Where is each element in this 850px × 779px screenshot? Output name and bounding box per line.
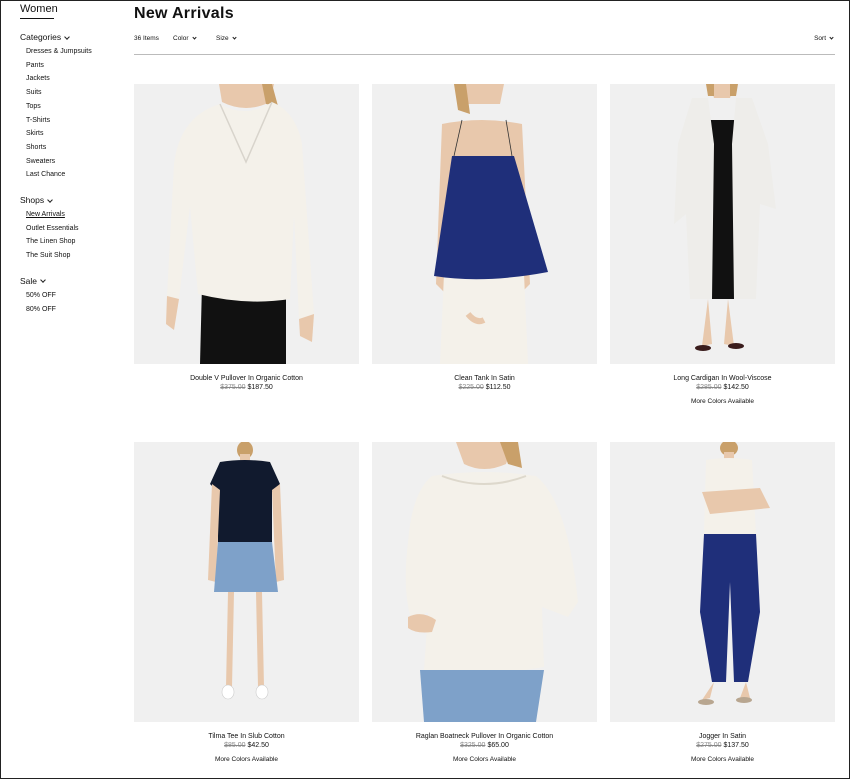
sidebar-item-pants[interactable]: Pants <box>26 59 120 73</box>
original-price: $285.00 <box>696 384 722 391</box>
chevron-down-icon <box>191 35 197 40</box>
size-filter-dropdown[interactable]: Size <box>216 35 237 42</box>
product-price: $225.00 $112.50 <box>372 383 597 392</box>
product-price: $285.00 $142.50 <box>610 383 835 392</box>
sidebar: Women Categories Dresses & Jumpsuits Pan… <box>20 3 120 316</box>
sidebar-item-sweaters[interactable]: Sweaters <box>26 155 120 169</box>
product-price: $275.00 $137.50 <box>610 741 835 750</box>
original-price: $325.00 <box>460 742 486 749</box>
sidebar-item-last-chance[interactable]: Last Chance <box>26 168 120 182</box>
sidebar-group-categories-toggle[interactable]: Categories <box>20 32 120 43</box>
sale-price: $112.50 <box>485 384 511 391</box>
product-card[interactable]: Raglan Boatneck Pullover In Organic Cott… <box>372 442 597 764</box>
original-price: $225.00 <box>458 384 484 391</box>
more-colors-label: More Colors Available <box>690 756 755 763</box>
product-name[interactable]: Double V Pullover In Organic Cotton <box>134 374 359 383</box>
product-card[interactable]: Long Cardigan In Wool-Viscose $285.00 $14… <box>610 84 835 406</box>
sidebar-group-sale: Sale 50% OFF 80% OFF <box>20 276 120 316</box>
sidebar-group-categories: Categories Dresses & Jumpsuits Pants Jac… <box>20 32 120 182</box>
product-price: $85.00 $42.50 <box>134 741 359 750</box>
sidebar-group-label: Sale <box>20 275 38 286</box>
chevron-down-icon <box>829 35 834 40</box>
product-name[interactable]: Long Cardigan In Wool-Viscose <box>610 374 835 383</box>
sidebar-item-dresses-jumpsuits[interactable]: Dresses & Jumpsuits <box>26 45 120 59</box>
sidebar-item-tops[interactable]: Tops <box>26 100 120 114</box>
color-filter-dropdown[interactable]: Color <box>173 35 197 42</box>
chevron-down-icon <box>64 33 70 40</box>
chevron-down-icon <box>40 277 46 284</box>
chevron-down-icon <box>47 196 53 203</box>
sidebar-item-jackets[interactable]: Jackets <box>26 72 120 86</box>
product-card[interactable]: Jogger In Satin $275.00 $137.50 More Colo… <box>610 442 835 764</box>
sidebar-item-suit-shop[interactable]: The Suit Shop <box>26 249 120 263</box>
sidebar-item-suits[interactable]: Suits <box>26 86 120 100</box>
sidebar-item-new-arrivals[interactable]: New Arrivals <box>26 208 120 222</box>
page-title: New Arrivals <box>134 5 234 22</box>
product-name[interactable]: Raglan Boatneck Pullover In Organic Cott… <box>372 732 597 741</box>
product-price: $325.00 $65.00 <box>372 741 597 750</box>
product-image[interactable] <box>610 84 835 364</box>
sidebar-title[interactable]: Women <box>20 3 120 16</box>
sidebar-group-sale-toggle[interactable]: Sale <box>20 276 120 287</box>
model-photo <box>674 84 776 351</box>
product-price: $375.00 $187.50 <box>134 383 359 392</box>
sale-price: $42.50 <box>247 742 269 749</box>
original-price: $85.00 <box>224 742 246 749</box>
original-price: $375.00 <box>220 384 246 391</box>
sidebar-title-underline <box>20 18 54 19</box>
sidebar-group-label: Categories <box>20 32 62 42</box>
original-price: $275.00 <box>696 742 722 749</box>
product-name[interactable]: Tilma Tee In Slub Cotton <box>134 732 359 741</box>
sidebar-item-outlet-essentials[interactable]: Outlet Essentials <box>26 222 120 236</box>
sale-price: $187.50 <box>247 384 273 391</box>
filter-toolbar: 36 Items Color Size Sort <box>134 35 835 55</box>
sidebar-item-t-shirts[interactable]: T-Shirts <box>26 114 120 128</box>
sidebar-group-label: Shops <box>20 195 45 206</box>
sidebar-item-50-off[interactable]: 50% OFF <box>26 289 120 303</box>
product-image[interactable] <box>134 84 359 364</box>
product-card[interactable]: Clean Tank In Satin $225.00 $112.50 <box>372 84 597 392</box>
sale-price: $142.50 <box>723 384 749 391</box>
chevron-down-icon <box>232 35 237 40</box>
model-photo <box>166 84 314 364</box>
sidebar-item-linen-shop[interactable]: The Linen Shop <box>26 235 120 249</box>
product-image[interactable] <box>134 442 359 722</box>
sidebar-group-shops-toggle[interactable]: Shops <box>20 195 120 206</box>
product-card[interactable]: Tilma Tee In Slub Cotton $85.00 $42.50 Mo… <box>134 442 359 764</box>
product-name[interactable]: Clean Tank In Satin <box>372 374 597 383</box>
sort-dropdown[interactable]: Sort <box>814 35 834 42</box>
model-photo <box>405 442 578 722</box>
product-card[interactable]: Double V Pullover In Organic Cotton $375… <box>134 84 359 392</box>
sidebar-item-80-off[interactable]: 80% OFF <box>26 303 120 317</box>
model-photo <box>698 442 770 705</box>
sale-price: $137.50 <box>723 742 749 749</box>
sidebar-group-shops: Shops New Arrivals Outlet Essentials The… <box>20 195 120 263</box>
item-count: 36 Items <box>134 35 159 42</box>
sidebar-item-skirts[interactable]: Skirts <box>26 127 120 141</box>
more-colors-label: More Colors Available <box>690 398 755 405</box>
model-photo <box>208 442 284 700</box>
product-image[interactable] <box>610 442 835 722</box>
product-image[interactable] <box>372 442 597 722</box>
more-colors-label: More Colors Available <box>214 756 279 763</box>
more-colors-label: More Colors Available <box>452 756 517 763</box>
sale-price: $65.00 <box>487 742 509 749</box>
sidebar-item-shorts[interactable]: Shorts <box>26 141 120 155</box>
model-photo <box>434 84 548 364</box>
product-image[interactable] <box>372 84 597 364</box>
page-frame: Women Categories Dresses & Jumpsuits Pan… <box>0 0 850 779</box>
product-name[interactable]: Jogger In Satin <box>610 732 835 741</box>
